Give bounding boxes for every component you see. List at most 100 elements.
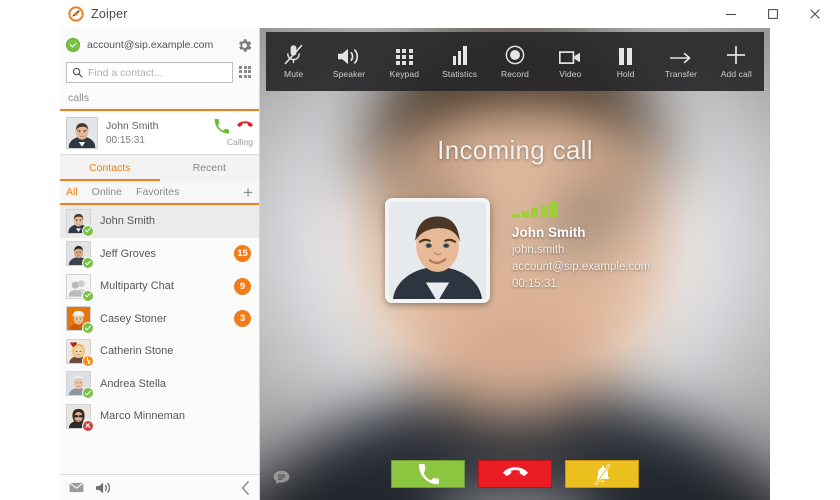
search-box[interactable] bbox=[66, 62, 233, 83]
active-call-duration: 00:15:31 bbox=[106, 134, 145, 146]
close-button[interactable] bbox=[794, 0, 836, 28]
envelope-icon[interactable] bbox=[69, 482, 84, 493]
dialpad-grid-icon[interactable] bbox=[239, 65, 253, 80]
callee-name: John Smith bbox=[512, 225, 586, 240]
account-row[interactable]: account@sip.example.com bbox=[60, 32, 259, 58]
minimize-button[interactable] bbox=[710, 0, 752, 28]
gear-icon[interactable] bbox=[236, 37, 253, 54]
unread-badge: 9 bbox=[234, 277, 251, 295]
avatar bbox=[66, 371, 94, 400]
keypad-grid-icon bbox=[396, 44, 413, 65]
zoiper-logo-icon bbox=[68, 6, 84, 22]
callee-photo bbox=[385, 198, 490, 303]
toolbar-record-button[interactable]: Record bbox=[487, 32, 542, 91]
bell-muted-icon bbox=[592, 463, 613, 485]
list-item[interactable]: John Smith bbox=[60, 205, 259, 238]
tab-contacts[interactable]: Contacts bbox=[60, 155, 160, 181]
chat-bubble-icon[interactable] bbox=[273, 470, 290, 486]
avatar bbox=[66, 338, 94, 367]
call-actions bbox=[260, 460, 770, 488]
app-brand: Zoiper bbox=[68, 6, 128, 22]
video-camera-icon bbox=[559, 44, 581, 65]
speaker-icon[interactable] bbox=[96, 482, 112, 494]
status-badge-online bbox=[82, 257, 94, 270]
subtab-favorites[interactable]: Favorites bbox=[136, 183, 179, 201]
phone-hangup-icon[interactable] bbox=[237, 118, 253, 134]
callee-account: account@sip.example.com bbox=[512, 261, 651, 273]
online-check-icon bbox=[66, 38, 80, 52]
toolbar-mute-button[interactable]: Mute bbox=[266, 32, 321, 91]
list-item[interactable]: Casey Stoner 3 bbox=[60, 303, 259, 336]
active-call-name: John Smith bbox=[106, 119, 159, 132]
status-badge-online bbox=[82, 387, 94, 400]
unread-badge: 3 bbox=[234, 310, 251, 328]
sidebar: account@sip.example.com Find a contact..… bbox=[60, 28, 260, 500]
list-item[interactable]: Marco Minneman bbox=[60, 400, 259, 433]
phone-hangup-icon bbox=[502, 466, 528, 483]
toolbar-keypad-button[interactable]: Keypad bbox=[377, 32, 432, 91]
list-item[interactable]: Multiparty Chat 9 bbox=[60, 270, 259, 303]
toolbar-transfer-button[interactable]: Transfer bbox=[653, 32, 708, 91]
accept-call-button[interactable] bbox=[391, 460, 465, 488]
status-badge-online bbox=[82, 322, 94, 335]
chevron-left-icon[interactable] bbox=[241, 480, 250, 495]
sidebar-footer bbox=[60, 474, 259, 500]
callee-info: John Smith john.smith account@sip.exampl… bbox=[512, 198, 650, 293]
silence-call-button[interactable] bbox=[565, 460, 639, 488]
toolbar-hold-button[interactable]: Hold bbox=[598, 32, 653, 91]
avatar bbox=[66, 273, 94, 302]
active-call-row[interactable]: John Smith 00:15:31 Calling bbox=[60, 111, 259, 155]
phone-answer-icon[interactable] bbox=[214, 118, 229, 134]
reject-call-button[interactable] bbox=[478, 460, 552, 488]
maximize-button[interactable] bbox=[752, 0, 794, 28]
contact-name: Jeff Groves bbox=[100, 247, 157, 260]
contacts-list: John Smith Jeff Groves 15 Multiparty Cha… bbox=[60, 205, 259, 474]
tab-recent[interactable]: Recent bbox=[160, 155, 260, 181]
search-icon bbox=[72, 67, 83, 78]
call-toolbar: Mute Speaker Keypad Statistics Record Vi… bbox=[266, 32, 764, 91]
toolbar-label: Hold bbox=[616, 69, 635, 79]
main-tabs: Contacts Recent bbox=[60, 155, 259, 181]
toolbar-addcall-button[interactable]: Add call bbox=[709, 32, 764, 91]
list-item[interactable]: Andrea Stella bbox=[60, 368, 259, 401]
toolbar-label: Add call bbox=[720, 69, 752, 79]
contact-name: John Smith bbox=[100, 215, 156, 228]
toolbar-statistics-button[interactable]: Statistics bbox=[432, 32, 487, 91]
contact-name: Casey Stoner bbox=[100, 312, 167, 325]
microphone-muted-icon bbox=[284, 44, 303, 65]
zoiper-window: Zoiper account@sip.example.com Find a co… bbox=[0, 0, 840, 500]
toolbar-video-button[interactable]: Video bbox=[543, 32, 598, 91]
subtab-all[interactable]: All bbox=[66, 183, 78, 201]
subtab-online[interactable]: Online bbox=[92, 183, 122, 201]
avatar bbox=[66, 403, 94, 432]
avatar bbox=[66, 306, 94, 335]
toolbar-label: Video bbox=[559, 69, 582, 79]
toolbar-label: Mute bbox=[284, 69, 304, 79]
contact-name: Marco Minneman bbox=[100, 410, 185, 423]
search-input[interactable] bbox=[88, 66, 227, 79]
status-badge-offline bbox=[82, 419, 94, 432]
toolbar-label: Statistics bbox=[442, 69, 478, 79]
app-title: Zoiper bbox=[91, 7, 128, 21]
window-controls bbox=[710, 0, 836, 28]
callee-card: John Smith john.smith account@sip.exampl… bbox=[385, 198, 650, 303]
add-contact-icon[interactable]: + bbox=[243, 184, 253, 201]
speaker-icon bbox=[337, 44, 360, 65]
active-call-avatar bbox=[66, 116, 98, 149]
toolbar-label: Keypad bbox=[389, 69, 420, 79]
list-item[interactable]: Jeff Groves 15 bbox=[60, 238, 259, 271]
title-bar: Zoiper bbox=[60, 0, 840, 28]
contact-name: Multiparty Chat bbox=[100, 280, 174, 293]
record-circle-icon bbox=[505, 44, 525, 65]
avatar bbox=[66, 241, 94, 270]
callee-duration: 00:15:31 bbox=[512, 278, 557, 290]
list-item[interactable]: Catherin Stone bbox=[60, 335, 259, 368]
active-call-controls: Calling bbox=[214, 118, 253, 147]
sub-tabs: All Online Favorites + bbox=[60, 181, 259, 205]
account-name: account@sip.example.com bbox=[87, 39, 214, 51]
toolbar-speaker-button[interactable]: Speaker bbox=[321, 32, 376, 91]
pause-icon bbox=[618, 44, 633, 65]
call-panel: Mute Speaker Keypad Statistics Record Vi… bbox=[260, 28, 770, 500]
arrow-right-icon bbox=[669, 44, 692, 65]
toolbar-label: Speaker bbox=[332, 69, 366, 79]
